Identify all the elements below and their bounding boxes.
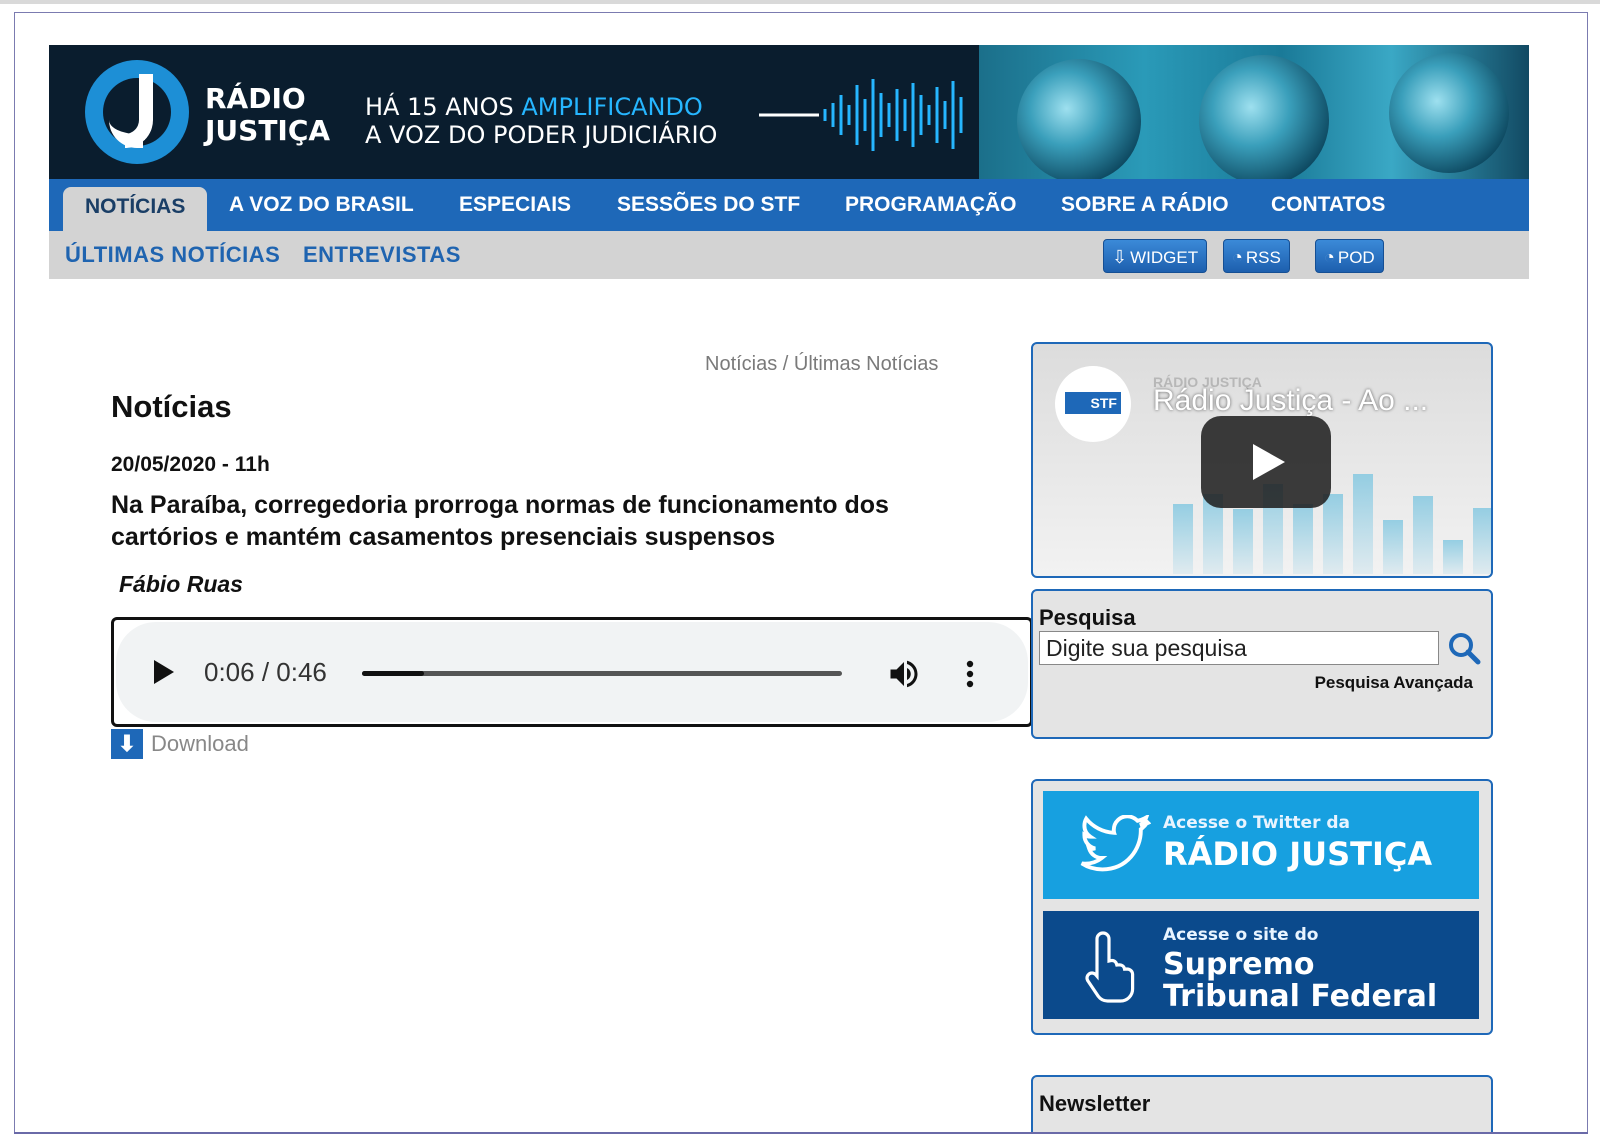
- podcast-icon: ◔: [1324, 247, 1335, 267]
- main-nav: NOTÍCIAS A VOZ DO BRASIL ESPECIAIS SESSÕ…: [49, 179, 1529, 231]
- nav-programacao[interactable]: PROGRAMAÇÃO: [845, 179, 1017, 231]
- volume-icon[interactable]: [886, 656, 922, 692]
- twitter-promo-big: RÁDIO JUSTIÇA: [1163, 835, 1433, 873]
- microphone-3: [1389, 53, 1509, 173]
- nav-contatos[interactable]: CONTATOS: [1271, 179, 1385, 231]
- nav-especiais[interactable]: ESPECIAIS: [459, 179, 571, 231]
- nav-noticias[interactable]: NOTÍCIAS: [63, 187, 208, 231]
- twitter-promo-banner[interactable]: Acesse o Twitter da RÁDIO JUSTIÇA: [1043, 791, 1479, 899]
- video-play-button[interactable]: [1201, 416, 1331, 508]
- rss-label: RSS: [1245, 248, 1281, 267]
- article-headline: Na Paraíba, corregedoria prorroga normas…: [111, 491, 889, 551]
- audio-progress-fill: [362, 671, 425, 676]
- equalizer-bar: [1233, 509, 1253, 574]
- window-bottom-rule: [14, 1132, 1588, 1134]
- stf-promo-banner[interactable]: Acesse o site do Supremo Tribunal Federa…: [1043, 911, 1479, 1019]
- nav-sessoes-do-stf[interactable]: SESSÕES DO STF: [617, 179, 800, 231]
- audio-seek-bar[interactable]: [362, 671, 842, 676]
- page-frame: RÁDIO JUSTIÇA HÁ 15 ANOS AMPLIFICANDO A V…: [14, 12, 1588, 1134]
- search-input[interactable]: [1039, 631, 1439, 665]
- nav-a-voz-do-brasil[interactable]: A VOZ DO BRASIL: [229, 179, 414, 231]
- pod-label: POD: [1337, 248, 1375, 267]
- rss-icon: ◔: [1232, 247, 1243, 267]
- stf-promo-small: Acesse o site do: [1163, 925, 1319, 945]
- download-link[interactable]: Download: [151, 731, 249, 757]
- brand-line-1: RÁDIO: [205, 82, 306, 115]
- equalizer-bar: [1293, 504, 1313, 574]
- tagline-line-2: A VOZ DO PODER JUDICIÁRIO: [365, 121, 718, 149]
- twitter-bird-icon: [1080, 815, 1151, 872]
- rss-button[interactable]: ◔ RSS: [1223, 239, 1290, 273]
- article-date: 20/05/2020 - 11h: [111, 453, 270, 476]
- equalizer-bar: [1353, 474, 1373, 574]
- advanced-search-link[interactable]: Pesquisa Avançada: [1315, 673, 1473, 693]
- brand-line-2: JUSTIÇA: [205, 114, 331, 147]
- search-label: Pesquisa: [1039, 605, 1136, 630]
- stf-promo-big: Supremo Tribunal Federal: [1163, 949, 1437, 1013]
- equalizer-bar: [1383, 520, 1403, 574]
- window-top-rule: [0, 0, 1600, 4]
- equalizer-bar: [1323, 494, 1343, 574]
- subnav-ultimas-noticias[interactable]: ÚLTIMAS NOTÍCIAS: [65, 231, 280, 279]
- youtube-video-embed[interactable]: RÁDIO JUSTIÇA STF Rádio Justiça - Ao ...: [1031, 342, 1493, 578]
- soundwave-graphic: [759, 79, 963, 151]
- microphones-photo: [979, 45, 1529, 179]
- widget-label: WIDGET: [1130, 248, 1199, 267]
- search-panel: Pesquisa Pesquisa Avançada: [1031, 589, 1493, 739]
- audio-controls: 0:06 / 0:46: [116, 622, 1028, 722]
- microphone-2: [1199, 55, 1329, 179]
- download-arrow-icon: ⇩: [1112, 247, 1128, 267]
- search-icon[interactable]: [1447, 631, 1481, 665]
- audio-time: 0:06 / 0:46: [204, 657, 327, 687]
- newsletter-panel: Newsletter: [1031, 1075, 1493, 1134]
- breadcrumb[interactable]: Notícias / Últimas Notícias: [705, 353, 938, 376]
- stf-promo-line-2: Tribunal Federal: [1163, 979, 1438, 1014]
- play-icon: [1253, 444, 1285, 480]
- page-title: Notícias: [111, 389, 232, 424]
- banner-tagline: HÁ 15 ANOS AMPLIFICANDO A VOZ DO PODER JU…: [365, 93, 717, 149]
- equalizer-bar: [1443, 540, 1463, 574]
- logo-j-hook: [109, 120, 143, 148]
- stf-channel-avatar: STF: [1055, 366, 1131, 442]
- promo-panel: Acesse o Twitter da RÁDIO JUSTIÇA Acesse…: [1031, 779, 1493, 1035]
- stf-logo-text: STF: [1065, 392, 1121, 414]
- nav-sobre-a-radio[interactable]: SOBRE A RÁDIO: [1061, 179, 1229, 231]
- newsletter-label: Newsletter: [1039, 1091, 1151, 1116]
- download-icon[interactable]: ⬇: [111, 729, 143, 759]
- brand-name: RÁDIO JUSTIÇA: [205, 83, 330, 147]
- site-banner[interactable]: RÁDIO JUSTIÇA HÁ 15 ANOS AMPLIFICANDO A V…: [49, 45, 1529, 179]
- pointing-hand-icon: [1085, 931, 1135, 1003]
- equalizer-bar: [1413, 496, 1433, 574]
- subnav-entrevistas[interactable]: ENTREVISTAS: [303, 231, 461, 279]
- pod-button[interactable]: ◔ POD: [1315, 239, 1384, 273]
- stf-promo-line-1: Supremo: [1163, 947, 1315, 982]
- video-title[interactable]: Rádio Justiça - Ao ...: [1153, 384, 1428, 418]
- play-icon[interactable]: [154, 660, 174, 684]
- radio-justica-logo[interactable]: [85, 60, 189, 164]
- sub-nav: ÚLTIMAS NOTÍCIAS ENTREVISTAS ⇩ WIDGET ◔ RS…: [49, 231, 1529, 279]
- twitter-promo-small: Acesse o Twitter da: [1163, 813, 1351, 833]
- widget-button[interactable]: ⇩ WIDGET: [1103, 239, 1208, 273]
- equalizer-bar: [1473, 508, 1491, 574]
- equalizer-bar: [1173, 504, 1193, 574]
- audio-player[interactable]: 0:06 / 0:46: [111, 617, 1033, 727]
- tagline-accent: AMPLIFICANDO: [521, 93, 703, 121]
- more-options-icon[interactable]: [964, 656, 976, 692]
- article-author: Fábio Ruas: [119, 571, 243, 597]
- microphone-1: [1017, 59, 1141, 179]
- tagline-prefix: HÁ 15 ANOS: [365, 93, 522, 121]
